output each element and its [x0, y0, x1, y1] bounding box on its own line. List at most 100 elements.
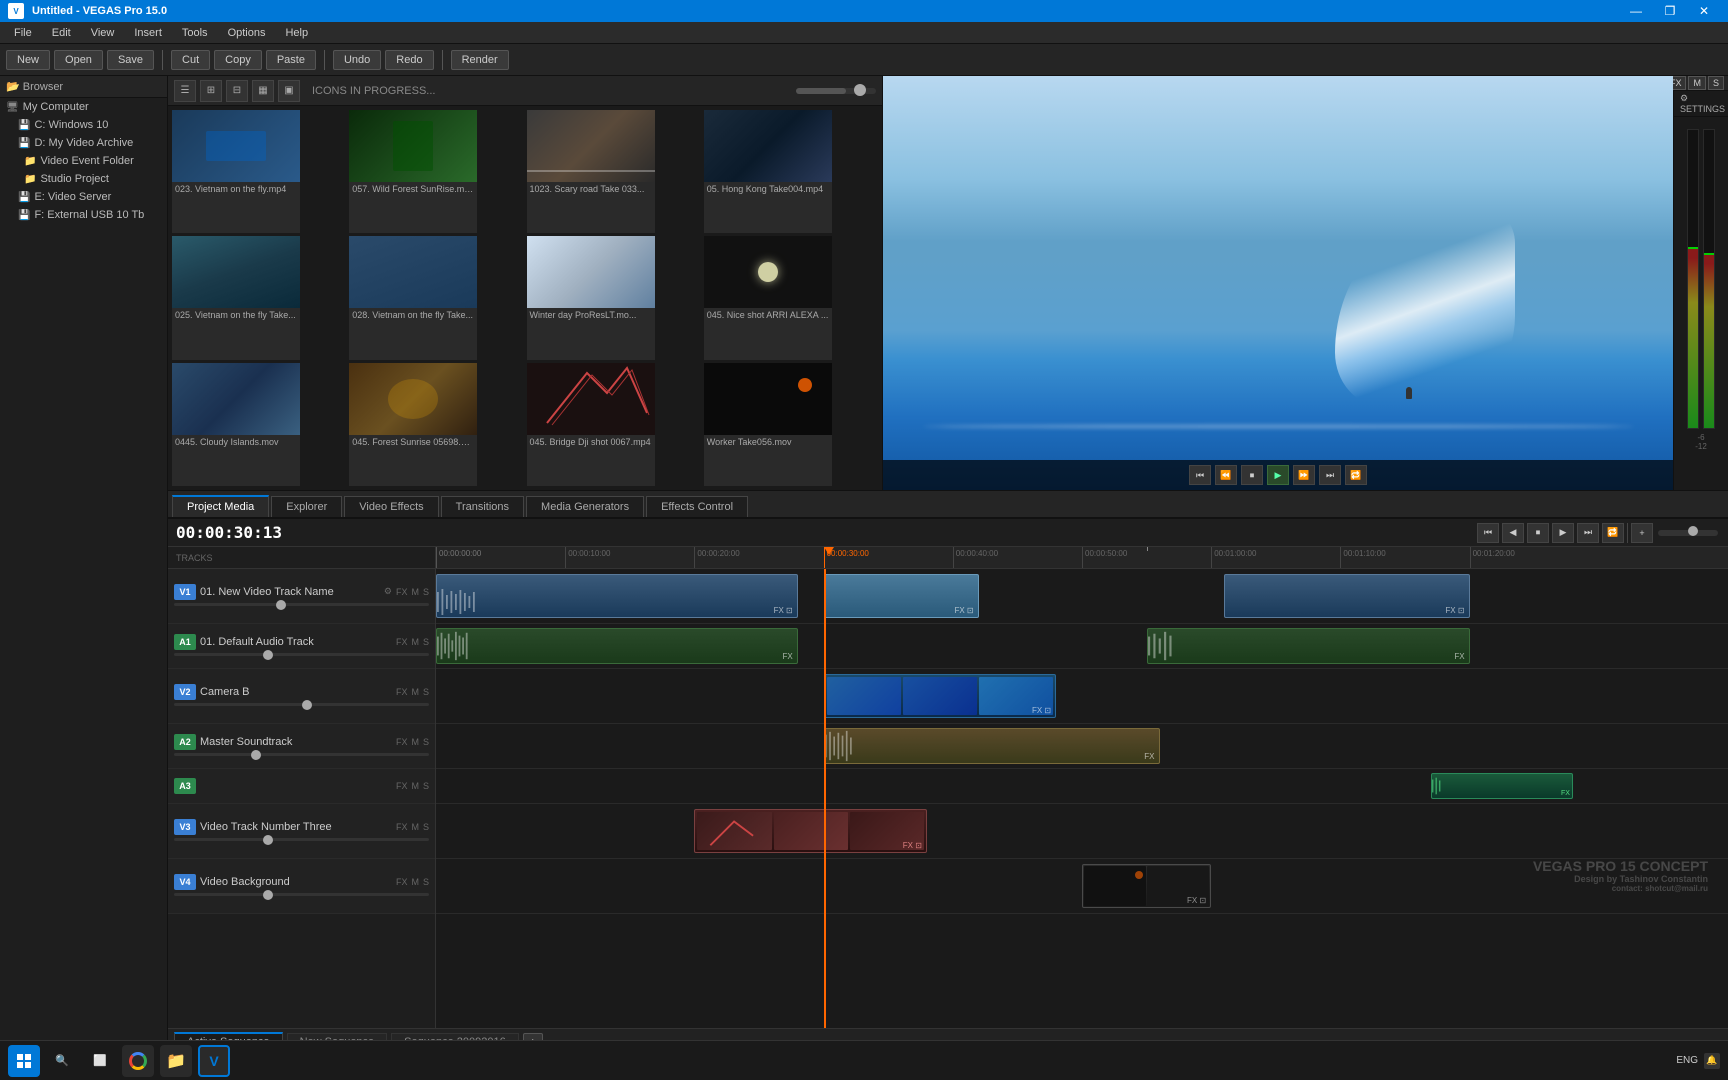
clip-a1-main[interactable]: FX — [436, 628, 798, 664]
toolbar-render[interactable]: Render — [451, 50, 509, 70]
tl-btn-rw[interactable]: ◀ — [1502, 523, 1524, 543]
track-s-a1[interactable]: S — [423, 637, 429, 647]
media-item-7[interactable]: 045. Nice shot ARRI ALEXA ... — [704, 236, 832, 359]
toolbar-open[interactable]: Open — [54, 50, 103, 70]
media-item-6[interactable]: Winter day ProResLT.mo... — [527, 236, 655, 359]
track-s-a2[interactable]: S — [423, 737, 429, 747]
tl-btn-play[interactable]: ▶ — [1552, 523, 1574, 543]
preview-loop[interactable]: 🔁 — [1345, 465, 1367, 485]
zoom-knob[interactable] — [854, 84, 866, 96]
track-m-a1[interactable]: M — [411, 637, 419, 647]
toolbar-copy[interactable]: Copy — [214, 50, 262, 70]
volume-knob-v4[interactable] — [263, 890, 273, 900]
track-m-v3[interactable]: M — [411, 822, 419, 832]
menu-edit[interactable]: Edit — [42, 25, 81, 41]
track-s-a3[interactable]: S — [423, 781, 429, 791]
track-s-v2[interactable]: S — [423, 687, 429, 697]
media-item-4[interactable]: 025. Vietnam on the fly Take... — [172, 236, 300, 359]
menu-options[interactable]: Options — [218, 25, 276, 41]
tab-project-media[interactable]: Project Media — [172, 495, 269, 517]
tl-btn-zoom-in[interactable]: + — [1631, 523, 1653, 543]
zoom-slider[interactable] — [796, 88, 876, 94]
track-s-v1[interactable]: S — [423, 587, 429, 597]
media-view-large[interactable]: ⊟ — [226, 80, 248, 102]
media-item-1[interactable]: 057. Wild Forest SunRise.mp4 — [349, 110, 477, 233]
maximize-button[interactable]: ❐ — [1654, 0, 1686, 22]
tab-media-generators[interactable]: Media Generators — [526, 496, 644, 517]
toolbar-redo[interactable]: Redo — [385, 50, 433, 70]
track-fx-a3[interactable]: FX — [396, 781, 408, 791]
track-fx-v3[interactable]: FX — [396, 822, 408, 832]
media-view-grid[interactable]: ⊞ — [200, 80, 222, 102]
media-item-5[interactable]: 028. Vietnam on the fly Take... — [349, 236, 477, 359]
track-fx-a2[interactable]: FX — [396, 737, 408, 747]
menu-file[interactable]: File — [4, 25, 42, 41]
toolbar-save[interactable]: Save — [107, 50, 154, 70]
menu-insert[interactable]: Insert — [124, 25, 172, 41]
menu-view[interactable]: View — [81, 25, 125, 41]
track-fx-v4[interactable]: FX — [396, 877, 408, 887]
taskbar-search[interactable]: 🔍 — [46, 1045, 78, 1077]
toolbar-cut[interactable]: Cut — [171, 50, 210, 70]
s-button[interactable]: S — [1708, 76, 1724, 90]
minimize-button[interactable]: — — [1620, 0, 1652, 22]
clip-v3-bridge[interactable]: FX ⊡ — [694, 809, 927, 853]
track-fx-v2[interactable]: FX — [396, 687, 408, 697]
volume-knob-v1[interactable] — [276, 600, 286, 610]
timeline-zoom-slider[interactable] — [1658, 530, 1718, 536]
tab-explorer[interactable]: Explorer — [271, 496, 342, 517]
track-m-a3[interactable]: M — [411, 781, 419, 791]
media-item-3[interactable]: 05. Hong Kong Take004.mp4 — [704, 110, 832, 233]
clip-v1-b[interactable]: FX ⊡ — [824, 574, 979, 618]
tree-video-event-folder[interactable]: 📁 Video Event Folder — [0, 152, 167, 170]
track-fx-a1[interactable]: FX — [396, 637, 408, 647]
toolbar-undo[interactable]: Undo — [333, 50, 381, 70]
m-button[interactable]: M — [1688, 76, 1706, 90]
toolbar-paste[interactable]: Paste — [266, 50, 316, 70]
media-view-preview[interactable]: ▣ — [278, 80, 300, 102]
tree-d-drive[interactable]: 💾 D: My Video Archive — [0, 134, 167, 152]
taskbar-cortana[interactable]: ⬜ — [84, 1045, 116, 1077]
track-m-v4[interactable]: M — [411, 877, 419, 887]
tree-e-drive[interactable]: 💾 E: Video Server — [0, 188, 167, 206]
clip-v4-worker[interactable]: FX ⊡ — [1082, 864, 1211, 908]
media-item-9[interactable]: 045. Forest Sunrise 05698.mov — [349, 363, 477, 486]
taskbar-explorer[interactable]: 📁 — [160, 1045, 192, 1077]
tl-btn-stop[interactable]: ⏹ — [1527, 523, 1549, 543]
volume-knob-v2[interactable] — [302, 700, 312, 710]
media-item-8[interactable]: 0445. Cloudy Islands.mov — [172, 363, 300, 486]
clip-a2-main[interactable]: FX — [824, 728, 1160, 764]
taskbar-chrome[interactable] — [122, 1045, 154, 1077]
tab-video-effects[interactable]: Video Effects — [344, 496, 438, 517]
media-item-10[interactable]: 045. Bridge Dji shot 0067.mp4 — [527, 363, 655, 486]
menu-tools[interactable]: Tools — [172, 25, 218, 41]
clip-a3-green[interactable]: FX — [1431, 773, 1573, 799]
menu-help[interactable]: Help — [275, 25, 318, 41]
clip-v2-surf[interactable]: FX ⊡ — [824, 674, 1057, 718]
tab-effects-control[interactable]: Effects Control — [646, 496, 748, 517]
tl-btn-loop[interactable]: 🔁 — [1602, 523, 1624, 543]
media-item-11[interactable]: Worker Take056.mov — [704, 363, 832, 486]
track-fx-v1[interactable]: FX — [396, 587, 408, 597]
timeline-zoom-knob[interactable] — [1688, 526, 1698, 536]
volume-knob-a2[interactable] — [251, 750, 261, 760]
track-m-v2[interactable]: M — [411, 687, 419, 697]
preview-rewind[interactable]: ⏪ — [1215, 465, 1237, 485]
track-s-v4[interactable]: S — [423, 877, 429, 887]
preview-forward[interactable]: ⏩ — [1293, 465, 1315, 485]
tree-f-drive[interactable]: 💾 F: External USB 10 Tb — [0, 206, 167, 224]
preview-skip-start[interactable]: ⏮ — [1189, 465, 1211, 485]
media-item-2[interactable]: 1023. Scary road Take 033... — [527, 110, 655, 233]
volume-knob-a1[interactable] — [263, 650, 273, 660]
tl-btn-prev[interactable]: ⏮ — [1477, 523, 1499, 543]
media-item-0[interactable]: 023. Vietnam on the fly.mp4 — [172, 110, 300, 233]
ruler-area[interactable]: 00:00:00:00 00:00:10:00 00:00:20:00 00:0… — [436, 547, 1728, 568]
taskbar-vegas[interactable]: V — [198, 1045, 230, 1077]
clip-a1-b[interactable]: FX — [1147, 628, 1470, 664]
clip-v1-main[interactable]: FX ⊡ — [436, 574, 798, 618]
close-button[interactable]: ✕ — [1688, 0, 1720, 22]
track-settings-v1[interactable]: ⚙ — [384, 586, 392, 597]
tl-btn-next[interactable]: ⏭ — [1577, 523, 1599, 543]
tree-my-computer[interactable]: 🖥 My Computer — [0, 98, 167, 116]
preview-skip-end[interactable]: ⏭ — [1319, 465, 1341, 485]
